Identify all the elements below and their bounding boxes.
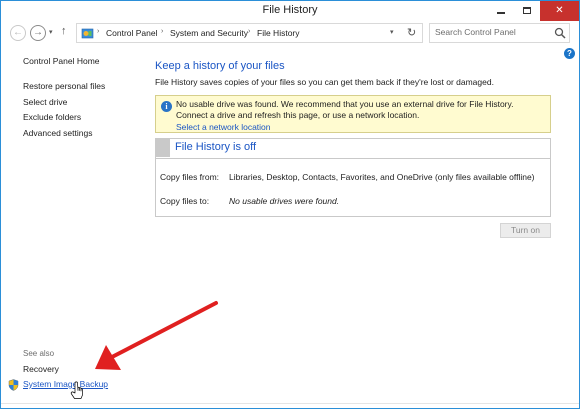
help-icon[interactable]: ? [564,48,575,59]
search-icon[interactable] [554,27,566,39]
status-indicator-band [156,139,170,157]
minimize-button[interactable] [488,1,514,21]
system-image-backup-link[interactable]: System Image Backup [23,379,108,389]
file-history-status-panel: File History is off Copy files from: Lib… [155,138,551,217]
status-title: File History is off [175,141,257,153]
page-description: File History saves copies of your files … [155,77,494,87]
maximize-button[interactable] [514,1,540,21]
search-box[interactable] [429,23,570,43]
back-arrow-icon: ← [13,27,23,38]
up-button[interactable]: ↑ [61,25,67,37]
address-row: ← → ▾ ↑ › Control Panel › System and Sec… [1,21,579,46]
maximize-icon [523,6,531,14]
warning-text: No usable drive was found. We recommend … [176,99,514,120]
copy-to-value: No usable drives were found. [229,196,340,206]
advanced-settings-link[interactable]: Advanced settings [23,128,92,138]
close-icon: ✕ [555,5,564,16]
info-icon: i [161,101,172,112]
divider [156,158,550,159]
forward-arrow-icon: → [33,27,43,38]
copy-from-value: Libraries, Desktop, Contacts, Favorites,… [229,172,535,182]
exclude-folders-link[interactable]: Exclude folders [23,112,81,122]
close-button[interactable]: ✕ [540,1,579,21]
recovery-link[interactable]: Recovery [23,364,59,374]
shield-icon [8,379,19,391]
chevron-down-icon: ▾ [49,29,53,36]
select-drive-link[interactable]: Select drive [23,97,67,107]
search-input[interactable] [435,27,550,37]
breadcrumb-system-and-security[interactable]: System and Security [170,28,248,38]
title-bar[interactable]: File History ✕ [1,1,579,21]
address-history-button[interactable]: ▾ [390,28,394,36]
control-panel-icon [81,28,94,39]
copy-from-label: Copy files from: [160,172,220,182]
recent-locations-button[interactable]: ▾ [49,28,53,36]
file-history-window: File History ✕ ← → ▾ ↑ › Control Panel ›… [0,0,580,409]
see-also-heading: See also [23,349,55,358]
breadcrumb-separator-icon: › [97,28,100,35]
warning-banner: i No usable drive was found. We recommen… [155,95,551,133]
address-bar[interactable]: › Control Panel › System and Security › … [76,23,423,43]
breadcrumb-control-panel[interactable]: Control Panel [106,28,158,38]
breadcrumb-file-history[interactable]: File History [257,28,300,38]
breadcrumb-separator-icon[interactable]: › [248,28,250,35]
restore-personal-files-link[interactable]: Restore personal files [23,81,105,91]
back-button[interactable]: ← [10,25,26,41]
breadcrumb-separator-icon[interactable]: › [161,28,163,35]
refresh-button[interactable]: ↻ [407,26,416,39]
bottom-border [1,403,579,404]
up-arrow-icon: ↑ [61,25,67,37]
refresh-icon: ↻ [407,27,417,39]
control-panel-home-link[interactable]: Control Panel Home [23,56,100,66]
turn-on-button[interactable]: Turn on [500,223,551,238]
copy-to-label: Copy files to: [160,196,210,206]
forward-button[interactable]: → [30,25,46,41]
page-title: Keep a history of your files [155,60,285,72]
minimize-icon [497,12,505,15]
chevron-down-icon: ▾ [390,29,394,36]
select-network-location-link[interactable]: Select a network location [176,122,271,132]
